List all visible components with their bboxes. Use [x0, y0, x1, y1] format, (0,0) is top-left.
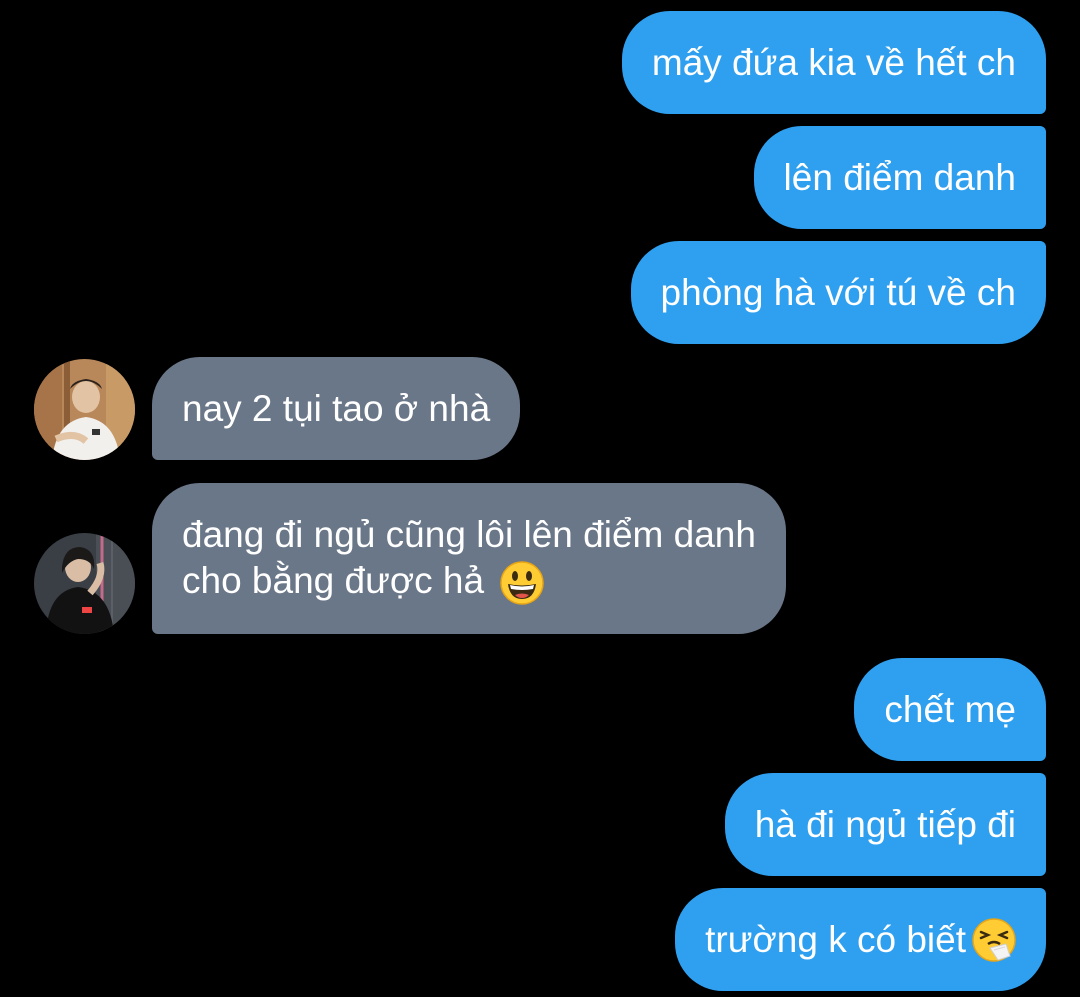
- outgoing-message[interactable]: chết mẹ: [854, 658, 1046, 761]
- chat-thread: mấy đứa kia về hết ch lên điểm danh phòn…: [0, 0, 1080, 997]
- message-text: lên điểm danh: [783, 156, 1016, 198]
- message-text: nay 2 tụi tao ở nhà: [182, 387, 491, 429]
- sneezing-face-emoji-icon: [972, 917, 1016, 962]
- avatar-image: [34, 359, 135, 460]
- outgoing-message[interactable]: lên điểm danh: [753, 126, 1046, 229]
- outgoing-message[interactable]: trường k có biết: [675, 888, 1046, 991]
- message-text-line: cho bằng được hả: [182, 558, 756, 605]
- sender-avatar[interactable]: [34, 533, 135, 634]
- message-text-line: đang đi ngủ cũng lôi lên điểm danh: [182, 513, 756, 555]
- outgoing-message[interactable]: phòng hà với tú về ch: [630, 241, 1046, 344]
- message-text: phòng hà với tú về ch: [660, 271, 1016, 313]
- avatar-image: [34, 533, 135, 634]
- grinning-face-emoji-icon: [500, 561, 545, 605]
- message-text: hà đi ngủ tiếp đi: [754, 803, 1016, 845]
- message-text: mấy đứa kia về hết ch: [651, 41, 1016, 83]
- message-text: chết mẹ: [884, 688, 1016, 730]
- incoming-message[interactable]: đang đi ngủ cũng lôi lên điểm danh cho b…: [152, 483, 786, 634]
- message-text: trường k có biết: [705, 918, 966, 960]
- sender-avatar[interactable]: [34, 359, 135, 460]
- message-body: đang đi ngủ cũng lôi lên điểm danh cho b…: [182, 512, 756, 605]
- incoming-message[interactable]: nay 2 tụi tao ở nhà: [152, 357, 521, 460]
- outgoing-message[interactable]: hà đi ngủ tiếp đi: [724, 773, 1046, 876]
- outgoing-message[interactable]: mấy đứa kia về hết ch: [621, 11, 1046, 114]
- message-text: cho bằng được hả: [182, 559, 485, 601]
